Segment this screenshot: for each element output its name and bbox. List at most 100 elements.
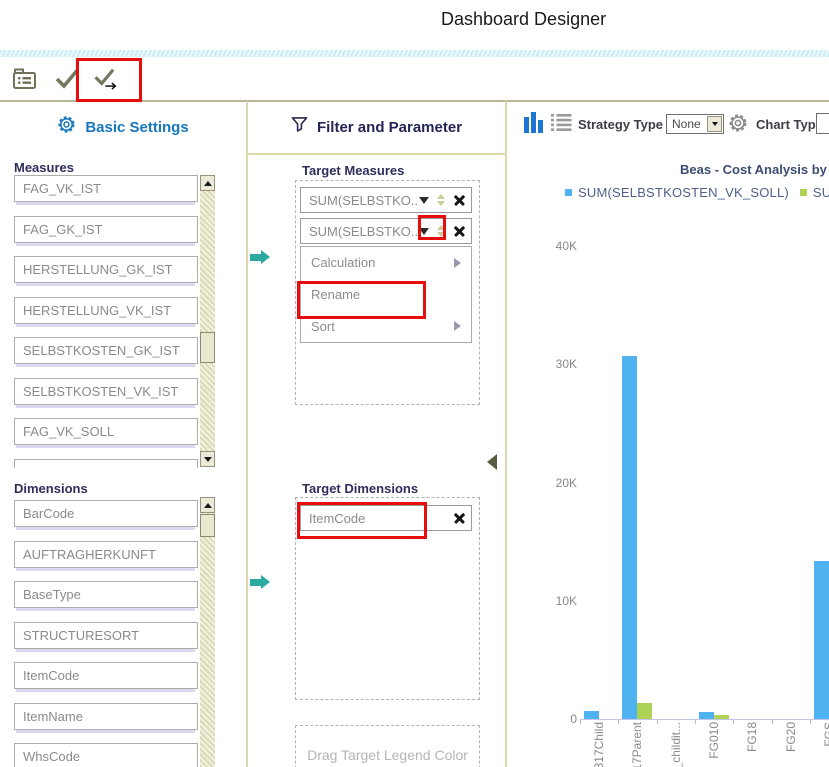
- list-item-shadow: [16, 649, 195, 652]
- scroll-up-button[interactable]: [200, 497, 215, 513]
- x-axis-label: FG18: [745, 722, 759, 752]
- measures-scrollbar[interactable]: [200, 175, 215, 467]
- list-item-box[interactable]: AUFTRAGHERKUNFT: [14, 541, 198, 568]
- menu-item-sort[interactable]: Sort: [301, 310, 471, 342]
- filter-parameter-header: Filter and Parameter: [248, 101, 505, 153]
- bar-chart-icon[interactable]: [524, 112, 545, 139]
- y-axis-tick-label: 30K: [545, 357, 577, 371]
- x-axis-tick: [618, 720, 619, 724]
- scroll-down-button[interactable]: [200, 451, 215, 467]
- remove-icon[interactable]: [454, 513, 465, 524]
- list-item-box[interactable]: ItemCode: [14, 662, 198, 689]
- target-measure-row[interactable]: SUM(SELBSTKO...: [300, 218, 472, 244]
- list-item[interactable]: WhsCode: [14, 743, 198, 767]
- page-title: Dashboard Designer: [441, 9, 606, 30]
- legend-swatch: [800, 189, 807, 196]
- list-item[interactable]: ItemCode: [14, 662, 198, 702]
- bar: [637, 703, 652, 719]
- sort-updown-icon[interactable]: [437, 225, 445, 237]
- remove-icon[interactable]: [454, 195, 465, 206]
- sort-updown-icon[interactable]: [437, 194, 445, 206]
- bar: [699, 712, 714, 719]
- strategy-type-value: None: [667, 117, 707, 131]
- list-item-shadow: [16, 608, 195, 611]
- target-measure-row[interactable]: SUM(SELBSTKO...: [300, 187, 472, 213]
- dropdown-caret-icon[interactable]: [419, 228, 429, 235]
- bar: [584, 711, 599, 719]
- dropdown-caret-icon[interactable]: [419, 197, 429, 204]
- target-measures-label: Target Measures: [302, 163, 404, 178]
- menu-item-calculation[interactable]: Calculation: [301, 247, 471, 279]
- x-axis-label: FG20: [784, 722, 798, 752]
- dimensions-scrollbar[interactable]: [200, 497, 215, 767]
- chart-title: Beas - Cost Analysis by Ite: [680, 162, 829, 177]
- x-axis-tick: [657, 720, 658, 724]
- submenu-arrow-icon: [454, 321, 461, 331]
- filter-parameter-title: Filter and Parameter: [317, 119, 462, 136]
- x-axis-tick: [810, 720, 811, 724]
- y-axis-tick-label: 40K: [545, 239, 577, 253]
- list-item-shadow: [16, 202, 195, 205]
- list-item[interactable]: BaseType: [14, 581, 198, 621]
- list-item-box[interactable]: STRUCTURESORT: [14, 622, 198, 649]
- chart-type-dropdown[interactable]: [816, 113, 829, 134]
- confirm-icon[interactable]: [52, 65, 82, 93]
- scroll-up-button[interactable]: [200, 175, 215, 191]
- list-item-box[interactable]: BarCode: [14, 500, 198, 527]
- list-item-box[interactable]: FAG_VK_SOLL: [14, 418, 198, 445]
- x-axis-label: FGS: [822, 722, 829, 747]
- list-item-box[interactable]: FAG_GK_IST: [14, 216, 198, 243]
- measures-label: Measures: [14, 160, 74, 175]
- x-axis-label: 317Child: [592, 722, 606, 767]
- strategy-type-label: Strategy Type: [578, 117, 663, 132]
- basic-settings-title: Basic Settings: [85, 119, 188, 136]
- list-item[interactable]: FAG_VK_IST: [14, 175, 198, 215]
- list-view-icon[interactable]: [551, 113, 572, 137]
- list-item[interactable]: SELBSTKOSTEN_VK_IST: [14, 378, 198, 418]
- legend-label: SUM(SE: [813, 185, 829, 200]
- list-item[interactable]: BarCode: [14, 500, 198, 540]
- list-item[interactable]: HERSTELLUNG_VK_IST: [14, 297, 198, 337]
- list-item-box[interactable]: SELBSTKOSTEN_VK_IST: [14, 378, 198, 405]
- list-item-box[interactable]: SELBSTKOSTEN_GK_IST: [14, 337, 198, 364]
- target-dimension-row[interactable]: ItemCode: [300, 505, 472, 531]
- collapse-panel-arrow[interactable]: [487, 454, 497, 470]
- x-axis-label: 17Parent: [630, 722, 644, 767]
- menu-item-rename[interactable]: Rename: [301, 279, 471, 311]
- list-item[interactable]: ItemName: [14, 703, 198, 743]
- list-item-shadow: [16, 689, 195, 692]
- main-toolbar: [0, 57, 829, 102]
- target-measure-label: SUM(SELBSTKO...: [309, 224, 419, 239]
- dropdown-arrow-button[interactable]: [707, 116, 722, 132]
- list-item-box[interactable]: HERSTELLUNG_GK_IST: [14, 256, 198, 283]
- list-item[interactable]: FAG_VK_SOLL: [14, 418, 198, 458]
- list-item[interactable]: STRUCTURESORT: [14, 622, 198, 662]
- scrollbar-thumb[interactable]: [200, 514, 215, 537]
- list-item[interactable]: HERSTELLUNG_GK_IST: [14, 256, 198, 296]
- list-item-box[interactable]: ItemName: [14, 703, 198, 730]
- chart-settings-gear-icon[interactable]: [728, 113, 748, 138]
- x-axis-label: i_childit...: [669, 722, 683, 767]
- list-item-shadow: [16, 243, 195, 246]
- x-axis-tick: [580, 720, 581, 724]
- confirm-forward-icon[interactable]: [92, 65, 122, 93]
- list-item[interactable]: SELBSTKOSTEN_GK_IST: [14, 337, 198, 377]
- list-item[interactable]: AUFTRAGHERKUNFT: [14, 541, 198, 581]
- list-item-box[interactable]: WhsCode: [14, 743, 198, 767]
- dimensions-label: Dimensions: [14, 481, 88, 496]
- remove-icon[interactable]: [454, 226, 465, 237]
- list-item-box[interactable]: BaseType: [14, 581, 198, 608]
- list-item-box[interactable]: [14, 459, 198, 469]
- strategy-type-dropdown[interactable]: None: [666, 114, 724, 134]
- form-icon[interactable]: [10, 65, 40, 93]
- list-item[interactable]: FAG_GK_IST: [14, 216, 198, 256]
- chart-legend: SUM(SELBSTKOSTEN_VK_SOLL)SUM(SE: [565, 185, 829, 200]
- scrollbar-thumb[interactable]: [200, 332, 215, 363]
- menu-item-label: Rename: [311, 287, 360, 302]
- list-item-shadow: [16, 527, 195, 530]
- bar: [814, 561, 829, 719]
- list-item-box[interactable]: FAG_VK_IST: [14, 175, 198, 202]
- gear-icon: [57, 115, 76, 139]
- list-item[interactable]: [14, 459, 198, 469]
- list-item-box[interactable]: HERSTELLUNG_VK_IST: [14, 297, 198, 324]
